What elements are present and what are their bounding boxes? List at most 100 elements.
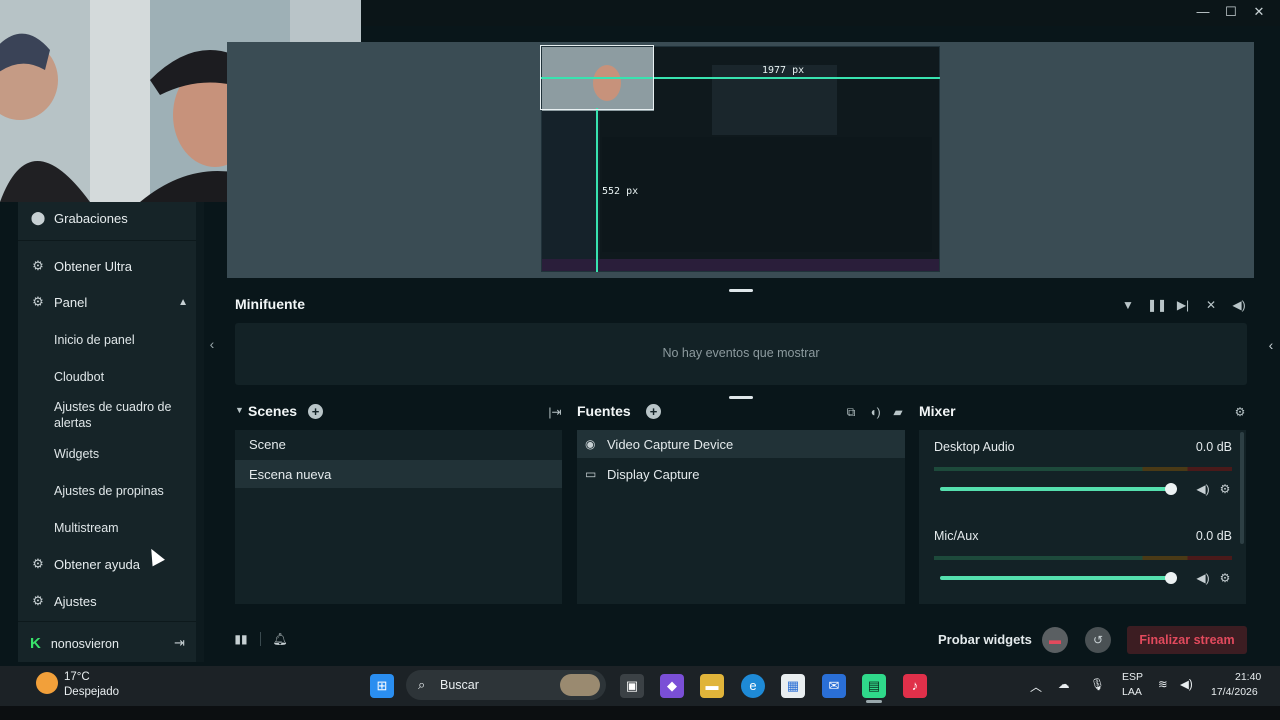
sources-panel: ◉ Video Capture Device ▭ Display Capture	[577, 430, 905, 604]
chevron-left-icon[interactable]: ‹	[204, 330, 220, 358]
speaker-icon[interactable]: ◀)	[1195, 481, 1211, 497]
close-icon[interactable]: ✕	[1250, 4, 1268, 20]
sidebar-subitem-inicio[interactable]: Inicio de panel	[54, 332, 194, 348]
file-explorer-icon[interactable]: ▬	[700, 674, 724, 698]
volume-slider-knob[interactable]	[1165, 483, 1177, 495]
source-item[interactable]: ◉ Video Capture Device	[577, 430, 905, 458]
scene-item[interactable]: Escena nueva	[235, 460, 562, 488]
audio-meter	[934, 467, 1232, 471]
sidebar-item-grabaciones[interactable]: ⬤ Grabaciones	[30, 207, 128, 229]
volume-icon[interactable]: ◀)	[1230, 296, 1248, 314]
source-layout-icon[interactable]: ⧉	[842, 403, 860, 421]
sidebar-item-obtener-ayuda[interactable]: ⚙ Obtener ayuda	[30, 553, 140, 575]
wifi-icon[interactable]: ≋	[1158, 677, 1168, 691]
speaker-icon[interactable]: ◀)	[1180, 677, 1193, 691]
sidebar-item-obtener-ultra[interactable]: ⚙ Obtener Ultra	[30, 255, 132, 277]
search-highlight-icon	[560, 674, 600, 696]
skip-icon[interactable]: ▶|	[1174, 296, 1192, 314]
user-account[interactable]: K nonosvieron	[30, 635, 119, 652]
clock-time[interactable]: 21:40	[1235, 671, 1261, 683]
weather-desc[interactable]: Despejado	[64, 686, 119, 698]
sidebar-subitem-propinas[interactable]: Ajustes de propinas	[54, 483, 194, 499]
scene-item[interactable]: Scene	[235, 430, 562, 458]
taskbar-search[interactable]: ⌕ Buscar	[406, 670, 606, 700]
camera-icon: ◉	[585, 437, 596, 451]
scene-transition-icon[interactable]: |⇥	[546, 403, 564, 421]
minifeed-empty-text: No hay eventos que mostrar	[662, 346, 820, 360]
test-widgets-label[interactable]: Probar widgets	[938, 632, 1032, 647]
record-circle-icon: ⬤	[30, 210, 46, 225]
gear-icon[interactable]: ⚙	[1217, 570, 1233, 586]
language-code[interactable]: ESP	[1122, 671, 1143, 683]
pause-icon[interactable]: ❚❚	[1147, 296, 1167, 314]
edge-icon[interactable]: e	[741, 674, 765, 698]
sidebar-subitem-multistream[interactable]: Multistream	[54, 520, 194, 536]
search-icon: ⌕	[418, 677, 426, 692]
sidebar-item-label: Obtener ayuda	[54, 556, 141, 572]
add-scene-button[interactable]: +	[308, 404, 323, 419]
add-source-button[interactable]: +	[646, 404, 661, 419]
mixer-scrollbar[interactable]	[1240, 432, 1244, 544]
footer-divider	[260, 632, 261, 646]
minimize-icon[interactable]: —	[1194, 4, 1212, 20]
chevron-up-icon[interactable]: ︿	[1030, 678, 1042, 695]
speaker-icon[interactable]: ◀)	[1195, 570, 1211, 586]
audio-source-icon[interactable]: ◖)	[866, 403, 884, 421]
height-measure-label: 552 px	[602, 186, 639, 197]
weather-temp[interactable]: 17°C	[64, 671, 90, 683]
tiktok-icon[interactable]: ♪	[903, 674, 927, 698]
maximize-icon[interactable]: ☐	[1222, 4, 1240, 20]
mixer-channel-name: Mic/Aux	[934, 529, 979, 543]
microphone-icon[interactable]: 🎙︎	[1090, 677, 1105, 691]
volume-slider[interactable]	[940, 576, 1170, 580]
sidebar-item-ajustes[interactable]: ⚙ Ajustes	[30, 590, 96, 612]
settings-gear-icon: ⚙	[32, 593, 44, 608]
onedrive-icon[interactable]: ☁	[1058, 677, 1070, 691]
filter-icon[interactable]: ▼	[1119, 296, 1137, 314]
monitor-icon: ▭	[585, 467, 597, 481]
streamlabs-icon[interactable]: ▤	[862, 674, 886, 698]
bottom-strip	[0, 706, 1280, 720]
sources-title: Fuentes	[577, 403, 631, 419]
chevron-up-icon[interactable]: ▲	[178, 297, 188, 308]
mail-icon[interactable]: ✉	[822, 674, 846, 698]
record-button[interactable]: ▬	[1042, 627, 1068, 653]
sidebar-subitem-alertas[interactable]: Ajustes de cuadro de alertas	[54, 399, 194, 431]
clock-date[interactable]: 17/4/2026	[1211, 686, 1258, 698]
selection-box[interactable]	[540, 45, 654, 110]
windows-start-icon[interactable]: ⊞	[370, 674, 394, 698]
resize-handle[interactable]	[729, 396, 753, 399]
stats-icon[interactable]: ▮▮	[232, 630, 250, 648]
folder-icon[interactable]: ▰	[889, 403, 907, 421]
sidebar-subitem-cloudbot[interactable]: Cloudbot	[54, 369, 194, 385]
end-stream-button[interactable]: Finalizar stream	[1127, 626, 1247, 654]
volume-slider[interactable]	[940, 487, 1170, 491]
guide-vertical	[596, 108, 598, 272]
resize-handle[interactable]	[729, 289, 753, 292]
language-layout[interactable]: LAA	[1122, 686, 1142, 698]
scenes-title: Scenes	[248, 403, 298, 419]
mute-alerts-icon[interactable]: ✕	[1202, 296, 1220, 314]
sidebar-item-panel[interactable]: ⚙ Panel ▲	[30, 291, 188, 313]
store-icon[interactable]: ▦	[781, 674, 805, 698]
logout-icon[interactable]: ⇥	[174, 635, 185, 651]
username: nonosvieron	[50, 636, 119, 651]
volume-slider-knob[interactable]	[1165, 572, 1177, 584]
sidebar-subitem-widgets[interactable]: Widgets	[54, 446, 194, 462]
search-placeholder: Buscar	[440, 678, 479, 692]
mixer-channel-db: 0.0 dB	[1195, 529, 1232, 543]
task-view-icon[interactable]: ▣	[620, 674, 644, 698]
chevron-right-icon[interactable]: ‹	[1262, 330, 1280, 360]
mixer-settings-icon[interactable]: ⚙	[1231, 403, 1249, 421]
copilot-icon[interactable]: ◆	[660, 674, 684, 698]
bell-icon[interactable]: 🔔︎	[271, 630, 289, 648]
kick-logo-icon: K	[30, 635, 41, 652]
chevron-down-icon[interactable]: ▼	[235, 405, 244, 415]
replay-icon[interactable]: ↺	[1085, 627, 1111, 653]
mixer-title: Mixer	[919, 403, 956, 419]
source-label: Display Capture	[607, 466, 700, 482]
sidebar-divider	[18, 621, 196, 622]
weather-icon[interactable]	[36, 672, 58, 694]
source-item[interactable]: ▭ Display Capture	[577, 460, 905, 488]
gear-icon[interactable]: ⚙	[1217, 481, 1233, 497]
